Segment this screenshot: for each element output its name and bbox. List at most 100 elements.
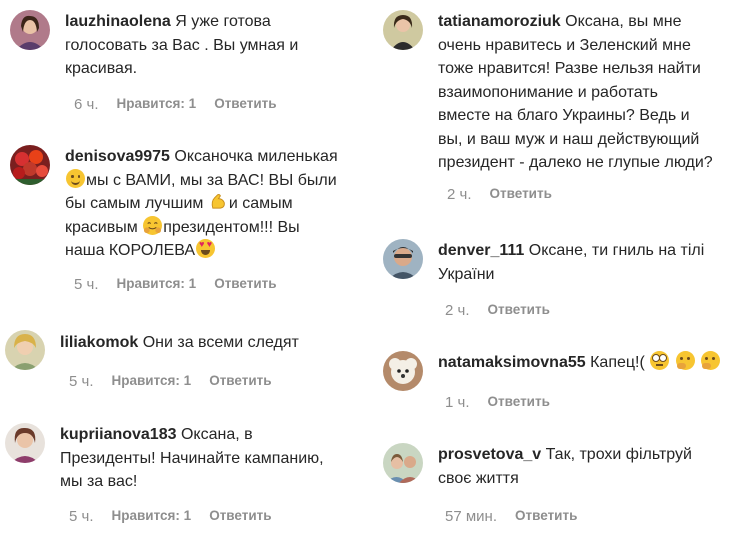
comment-text: очень нравитесь и Зеленский мне (438, 36, 691, 54)
comment-body: denisova9975 Оксаночка миленькая мы с ВА… (65, 145, 375, 263)
thinking-emoji (675, 351, 695, 370)
comment-item: denver_111 Оксане, ти гниль на тілі Укра… (383, 239, 743, 324)
reply-button[interactable]: Ответить (488, 394, 550, 411)
comment-text: красивая. (65, 60, 138, 77)
comment-text: Оксаночка миленькая (174, 148, 338, 165)
timestamp[interactable]: 1 ч. (445, 394, 470, 411)
comment-meta: 2 ч. Ответить (447, 186, 552, 203)
user-photo-icon (5, 330, 45, 370)
comment-item: tatianamoroziuk Оксана, вы мне очень нра… (383, 10, 748, 205)
comment-text: мы за вас! (60, 473, 138, 490)
comment-text: своє життя (438, 469, 519, 487)
likes-count[interactable]: Нравится: 1 (112, 373, 192, 390)
comment-text: вместе на благо Украины? Ведь и (438, 107, 690, 124)
reply-button[interactable]: Ответить (209, 508, 271, 525)
reply-button[interactable]: Ответить (490, 186, 552, 203)
username[interactable]: liliakomok (60, 334, 138, 351)
timestamp[interactable]: 5 ч. (69, 508, 94, 525)
comment-meta: 5 ч. Нравится: 1 Ответить (69, 373, 272, 390)
reply-button[interactable]: Ответить (214, 276, 276, 293)
comment-body: lauzhinaolena Я уже готова голосовать за… (65, 10, 365, 81)
comment-item: denisova9975 Оксаночка миленькая мы с ВА… (10, 145, 370, 295)
username[interactable]: tatianamoroziuk (438, 13, 561, 30)
comment-body: denver_111 Оксане, ти гниль на тілі Укра… (438, 239, 743, 286)
comment-text: Капец!( (590, 354, 645, 371)
timestamp[interactable]: 6 ч. (74, 96, 99, 113)
comment-meta: 57 мин. Ответить (445, 508, 577, 525)
username[interactable]: kupriianova183 (60, 426, 177, 443)
likes-count[interactable]: Нравится: 1 (117, 276, 197, 293)
comment-item: prosvetova_v Так, трохи фільтруй своє жи… (383, 443, 743, 533)
smile-emoji (66, 168, 85, 188)
eye-roll-emoji (650, 351, 670, 370)
user-photo-icon (383, 10, 423, 50)
timestamp[interactable]: 5 ч. (69, 373, 94, 390)
avatar[interactable] (10, 145, 50, 185)
hug-emoji (143, 215, 163, 235)
comment-text: взаимопонимание и работать (438, 83, 658, 101)
comment-text: наша КОРОЛЕВА (65, 242, 196, 259)
comment-item: liliakomok Они за всеми следят 5 ч. Нрав… (5, 330, 365, 395)
comment-text: України (438, 265, 495, 283)
comment-text: Я уже готова (175, 13, 271, 30)
comment-text: вы, и ваш муж и наш действующий (438, 130, 700, 148)
comment-meta: 2 ч. Ответить (445, 302, 550, 319)
likes-count[interactable]: Нравится: 1 (117, 96, 197, 113)
comment-body: liliakomok Они за всеми следят (60, 331, 370, 355)
comment-text: Президенты! Начинайте кампанию, (60, 449, 324, 467)
comment-text: и самым (228, 195, 293, 212)
timestamp[interactable]: 57 мин. (445, 508, 497, 525)
comment-text: Они за всеми следят (142, 334, 299, 351)
username[interactable]: prosvetova_v (438, 446, 541, 463)
username[interactable]: lauzhinaolena (65, 13, 171, 30)
avatar[interactable] (5, 330, 45, 370)
timestamp[interactable]: 5 ч. (74, 276, 99, 293)
username[interactable]: denisova9975 (65, 148, 170, 165)
comment-body: natamaksimovna55 Капец!( (438, 351, 743, 375)
comment-meta: 5 ч. Нравится: 1 Ответить (69, 508, 272, 525)
comment-text: голосовать за Вас . Вы умная и (65, 36, 299, 54)
reply-button[interactable]: Ответить (214, 96, 276, 113)
reply-button[interactable]: Ответить (488, 302, 550, 319)
comment-text: Так, трохи фільтруй (545, 446, 692, 463)
avatar[interactable] (383, 10, 423, 50)
reply-button[interactable]: Ответить (515, 508, 577, 525)
username[interactable]: denver_111 (438, 242, 524, 259)
username[interactable]: natamaksimovna55 (438, 354, 586, 371)
comment-text: красивым (65, 218, 138, 236)
reply-button[interactable]: Ответить (209, 373, 271, 390)
avatar[interactable] (383, 239, 423, 279)
muscle-emoji (209, 192, 228, 211)
comment-text: тоже нравится! Разве нельзя найти (438, 60, 701, 77)
user-photo-icon (383, 239, 423, 279)
comment-text: мы с ВАМИ, мы за ВАС! ВЫ были (86, 171, 337, 189)
user-photo-icon (383, 443, 423, 483)
dog-photo-icon (383, 351, 423, 391)
avatar[interactable] (10, 10, 50, 50)
comment-text: президент - далеко не глупые люди? (438, 154, 713, 171)
likes-count[interactable]: Нравится: 1 (112, 508, 192, 525)
user-photo-icon (5, 423, 45, 463)
thinking-emoji (701, 351, 721, 370)
comment-body: prosvetova_v Так, трохи фільтруй своє жи… (438, 443, 743, 490)
avatar[interactable] (383, 443, 423, 483)
comment-item: natamaksimovna55 Капец!( 1 ч. Ответить (383, 351, 743, 416)
timestamp[interactable]: 2 ч. (445, 302, 470, 319)
roses-photo-icon (10, 145, 50, 185)
timestamp[interactable]: 2 ч. (447, 186, 472, 203)
comment-body: tatianamoroziuk Оксана, вы мне очень нра… (438, 10, 750, 175)
comment-text: президентом!!! Вы (163, 218, 300, 236)
comment-meta: 1 ч. Ответить (445, 394, 550, 411)
user-photo-icon (10, 10, 50, 50)
comment-meta: 5 ч. Нравится: 1 Ответить (74, 276, 277, 293)
comment-item: kupriianova183 Оксана, в Президенты! Нач… (5, 423, 365, 533)
avatar[interactable] (383, 351, 423, 391)
heart-eyes-emoji (196, 239, 216, 258)
comment-text: Оксана, в (180, 426, 253, 443)
comment-text: Оксане, ти гниль на тілі (528, 242, 705, 259)
comment-text: бы самым лучшим (65, 195, 204, 212)
comment-body: kupriianova183 Оксана, в Президенты! Нач… (60, 423, 365, 494)
comment-text: Оксана, вы мне (565, 13, 682, 30)
avatar[interactable] (5, 423, 45, 463)
comment-item: lauzhinaolena Я уже готова голосовать за… (10, 10, 360, 120)
